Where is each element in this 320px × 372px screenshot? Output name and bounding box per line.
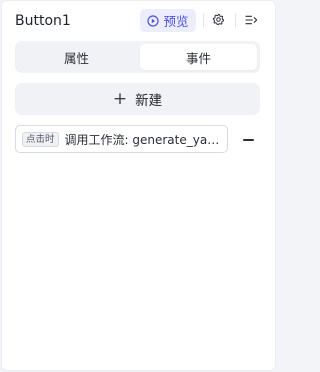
preview-button[interactable]: 预览 [140, 9, 196, 32]
panel-tabs: 属性 事件 [15, 41, 260, 73]
settings-button[interactable] [209, 11, 227, 29]
preview-label: 预览 [163, 14, 189, 29]
new-event-button[interactable]: + 新建 [15, 83, 260, 115]
event-item[interactable]: 点击时 调用工作流: generate_yanj… [15, 125, 228, 153]
minus-icon [242, 139, 254, 141]
trigger-badge: 点击时 [22, 131, 59, 147]
component-title: Button1 [15, 13, 71, 29]
collapse-panel-icon [244, 11, 258, 30]
event-action-text: 调用工作流: generate_yanj… [64, 132, 227, 147]
tab-events[interactable]: 事件 [140, 44, 257, 70]
gear-icon [212, 11, 225, 30]
plus-icon: + [112, 88, 128, 109]
play-circle-icon [147, 14, 160, 27]
tab-label: 属性 [63, 50, 89, 66]
remove-event-button[interactable] [241, 133, 255, 147]
new-event-label: 新建 [135, 93, 163, 109]
tab-label: 事件 [185, 50, 211, 66]
tab-properties[interactable]: 属性 [18, 44, 135, 70]
header-divider [235, 14, 236, 27]
panel-header: Button1 预览 [2, 1, 275, 41]
collapse-panel-button[interactable] [242, 11, 260, 29]
header-divider [203, 14, 204, 27]
properties-panel: Button1 预览 属性 事件 + 新建 点击时 调用工作流: generat… [1, 0, 276, 371]
